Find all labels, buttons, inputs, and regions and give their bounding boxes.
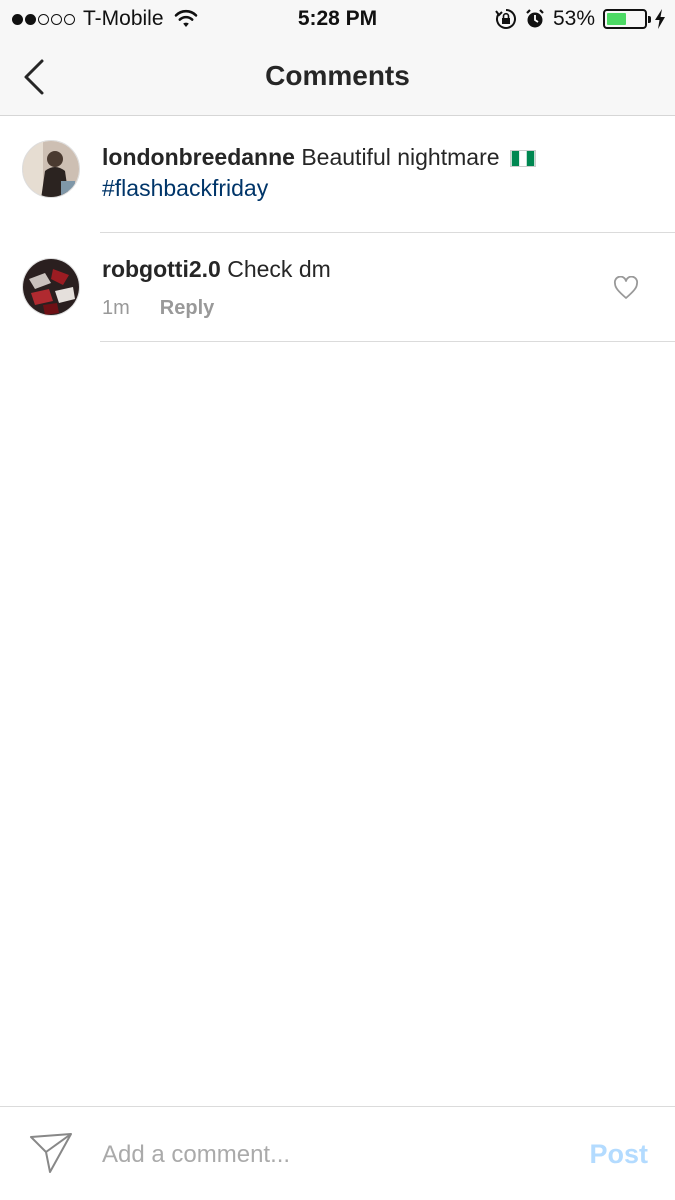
nigeria-flag-icon <box>509 150 536 168</box>
comment-item: robgotti2.0 Check dm 1m Reply <box>0 233 675 342</box>
comment-meta: 1m Reply <box>102 297 214 320</box>
comment-message: Beautiful nightmare <box>301 144 500 170</box>
heart-icon[interactable] <box>613 276 639 300</box>
reply-button[interactable]: Reply <box>160 297 214 320</box>
battery-percent: 53% <box>552 7 595 30</box>
comment-message: Check dm <box>227 256 331 282</box>
rotation-lock-icon <box>495 9 516 29</box>
battery-level-fill <box>607 13 627 25</box>
comment-text: robgotti2.0 Check dm <box>102 254 615 285</box>
status-bar-right: 53% <box>495 7 665 31</box>
alarm-icon <box>526 9 544 28</box>
comment-composer: Post <box>0 1106 675 1200</box>
paper-plane-icon[interactable] <box>28 1131 74 1175</box>
comment-username[interactable]: robgotti2.0 <box>102 256 221 282</box>
divider <box>100 341 675 342</box>
avatar[interactable] <box>22 258 80 316</box>
battery-icon <box>603 9 651 29</box>
avatar[interactable] <box>22 140 80 198</box>
comment-input[interactable] <box>102 1135 542 1175</box>
charging-icon <box>655 9 665 29</box>
comment-text: londonbreedanne Beautiful nightmare #fla… <box>102 142 615 204</box>
comments-screen: T-Mobile 5:28 PM 53% Comments londonbree… <box>0 0 675 1200</box>
comment-username[interactable]: londonbreedanne <box>102 144 295 170</box>
status-bar: T-Mobile 5:28 PM 53% <box>0 0 675 38</box>
post-button[interactable]: Post <box>589 1139 648 1170</box>
page-title: Comments <box>265 60 410 91</box>
hashtag-link[interactable]: #flashbackfriday <box>102 175 268 201</box>
nav-header: Comments <box>0 38 675 116</box>
caption-comment: londonbreedanne Beautiful nightmare #fla… <box>0 116 675 233</box>
comment-timestamp: 1m <box>102 297 130 319</box>
